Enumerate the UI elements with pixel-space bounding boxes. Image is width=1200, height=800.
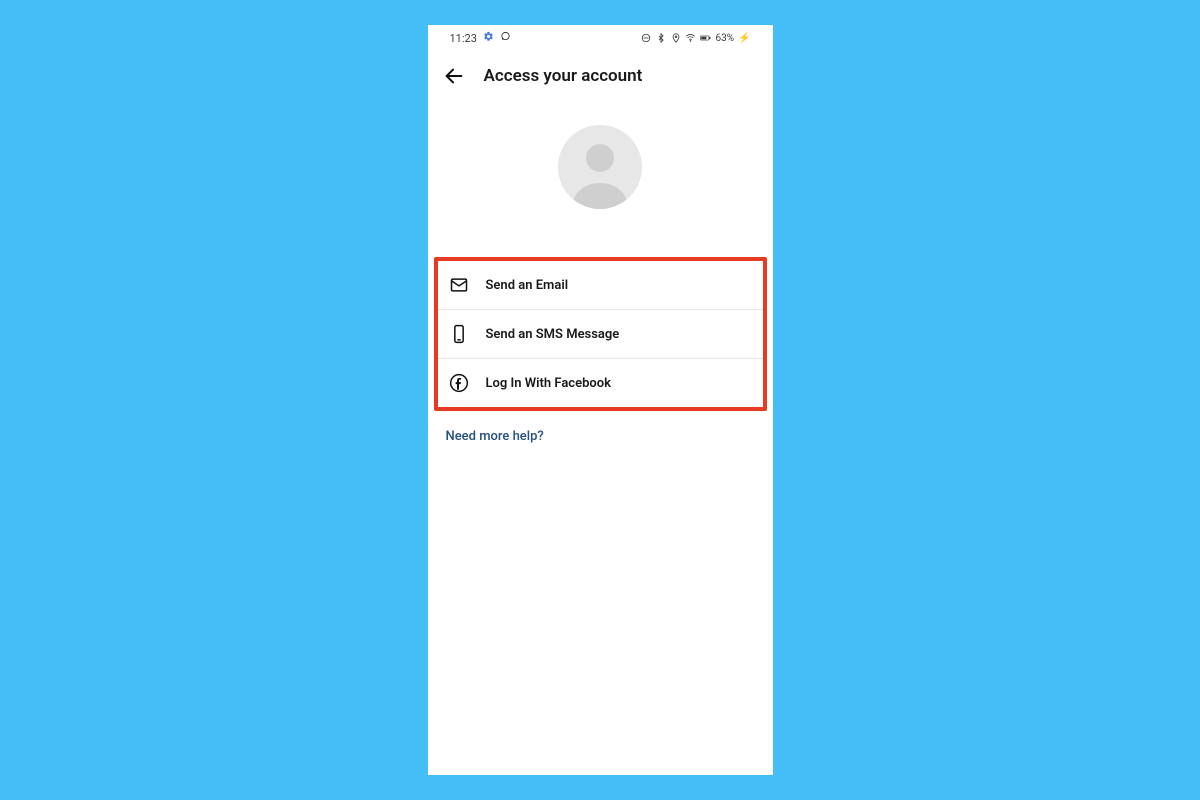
options-highlight: Send an Email Send an SMS Message Log In… xyxy=(434,257,767,411)
option-label: Send an SMS Message xyxy=(486,327,620,342)
status-time: 11:23 xyxy=(450,32,477,45)
option-label: Send an Email xyxy=(486,278,569,293)
phone-frame: 11:23 63% ⚡ xyxy=(428,25,773,775)
battery-percent: 63% xyxy=(715,33,734,44)
option-send-email[interactable]: Send an Email xyxy=(438,261,763,310)
option-login-facebook[interactable]: Log In With Facebook xyxy=(438,359,763,407)
avatar-section xyxy=(428,101,773,257)
bolt-icon: ⚡ xyxy=(738,33,750,44)
whatsapp-icon xyxy=(500,31,511,45)
bluetooth-icon xyxy=(655,33,666,44)
facebook-icon xyxy=(448,372,470,394)
page-title: Access your account xyxy=(484,66,643,86)
wifi-icon xyxy=(685,33,696,44)
option-label: Log In With Facebook xyxy=(486,376,611,391)
location-icon xyxy=(670,33,681,44)
app-bar: Access your account xyxy=(428,51,773,101)
status-left: 11:23 xyxy=(450,31,511,45)
avatar xyxy=(558,125,642,209)
gear-icon xyxy=(483,31,494,45)
dnd-icon xyxy=(640,33,651,44)
email-icon xyxy=(448,274,470,296)
status-right: 63% ⚡ xyxy=(640,33,750,44)
status-bar: 11:23 63% ⚡ xyxy=(428,25,773,51)
battery-icon xyxy=(700,33,711,44)
option-send-sms[interactable]: Send an SMS Message xyxy=(438,310,763,359)
phone-icon xyxy=(448,323,470,345)
need-more-help-link[interactable]: Need more help? xyxy=(446,429,544,444)
back-button[interactable] xyxy=(442,64,466,88)
